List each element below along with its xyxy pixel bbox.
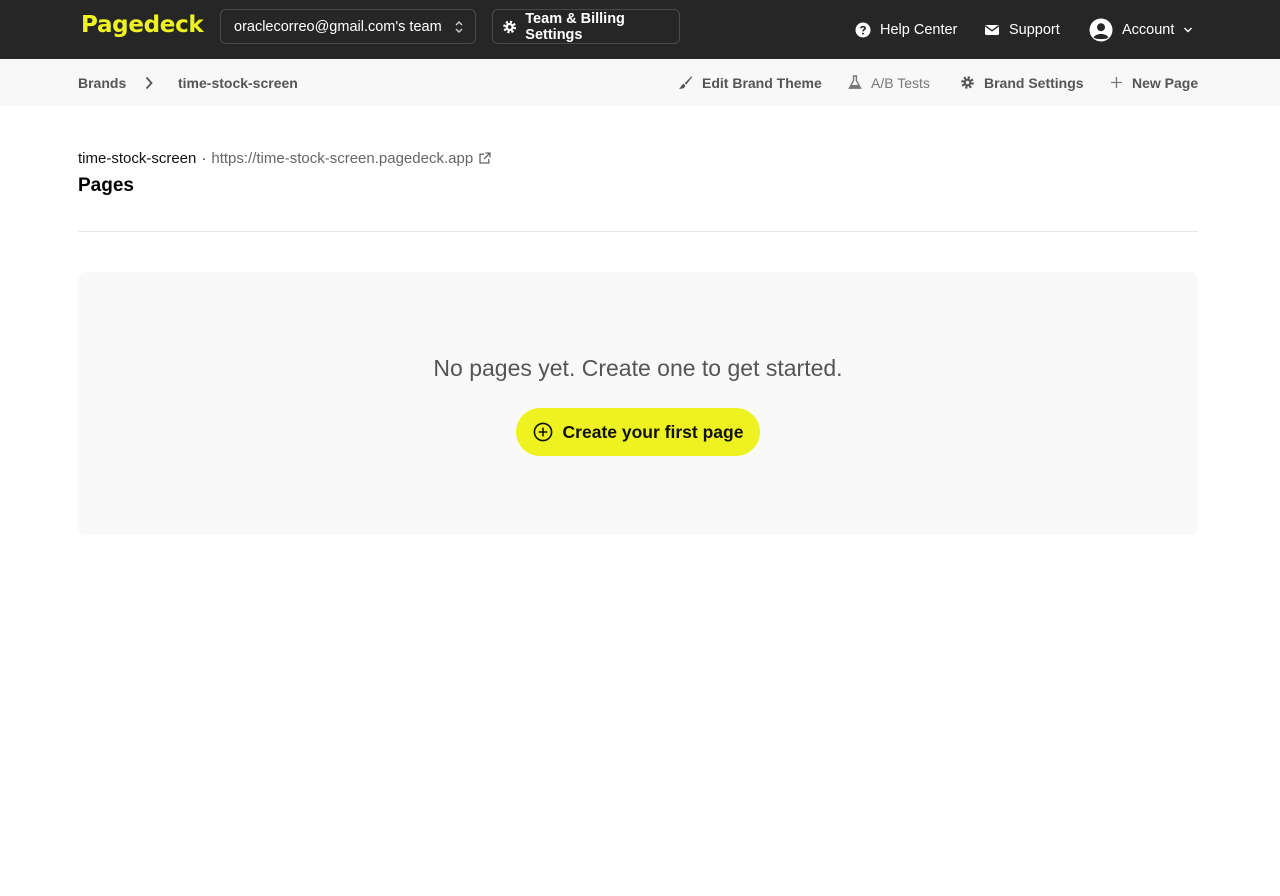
empty-state-message: No pages yet. Create one to get started.	[433, 355, 843, 381]
gear-icon	[961, 76, 974, 89]
breadcrumb-current: time-stock-screen	[178, 74, 298, 91]
chevron-right-icon	[144, 59, 154, 106]
top-navigation-bar: Pagedeck oraclecorreo@gmail.com's team T…	[0, 0, 1280, 59]
site-url-link[interactable]: https://time-stock-screen.pagedeck.app	[211, 150, 473, 167]
breadcrumb-brands[interactable]: Brands	[78, 59, 126, 106]
support-link[interactable]: Support	[984, 0, 1060, 59]
brand-settings-button[interactable]: Brand Settings	[960, 59, 1084, 106]
user-circle-icon	[1089, 18, 1113, 41]
separator-dot: ·	[201, 150, 207, 167]
create-first-page-button[interactable]: Create your first page	[516, 408, 760, 456]
page-title: Pages	[78, 175, 134, 196]
new-page-button[interactable]: New Page	[1110, 59, 1198, 106]
envelope-icon	[985, 24, 999, 35]
create-button-label: Create your first page	[562, 421, 744, 442]
ab-tests-label: A/B Tests	[871, 74, 930, 91]
team-selector-label: oraclecorreo@gmail.com's team	[234, 18, 442, 35]
plus-circle-icon	[533, 422, 552, 442]
edit-brand-theme-button[interactable]: Edit Brand Theme	[678, 59, 822, 106]
edit-theme-label: Edit Brand Theme	[702, 74, 822, 91]
plus-icon	[1111, 77, 1122, 88]
billing-button-label: Team & Billing Settings	[525, 10, 625, 43]
team-billing-settings-button[interactable]: Team & Billing Settings	[492, 9, 680, 44]
flask-icon	[848, 75, 862, 89]
site-name: time-stock-screen	[78, 150, 197, 167]
ab-tests-button[interactable]: A/B Tests	[848, 59, 930, 106]
new-page-label: New Page	[1132, 74, 1199, 91]
brand-toolbar: Brands time-stock-screen Edit Brand Them…	[0, 59, 1280, 106]
account-label: Account	[1122, 21, 1175, 38]
paintbrush-icon	[679, 76, 693, 89]
support-label: Support	[1009, 21, 1060, 38]
question-circle-icon	[855, 22, 871, 37]
help-center-label: Help Center	[880, 21, 958, 38]
site-info: time-stock-screen · https://time-stock-s…	[78, 150, 491, 167]
chevron-up-down-icon	[455, 21, 463, 33]
help-center-link[interactable]: Help Center	[855, 0, 957, 59]
chevron-down-icon	[1184, 27, 1193, 32]
gear-icon	[503, 20, 517, 33]
external-link-icon[interactable]	[478, 152, 491, 165]
team-selector[interactable]: oraclecorreo@gmail.com's team	[220, 9, 476, 44]
brand-settings-label: Brand Settings	[984, 74, 1084, 91]
pagedeck-logo[interactable]: Pagedeck	[81, 12, 204, 38]
empty-state-panel: No pages yet. Create one to get started.…	[78, 272, 1198, 535]
divider	[78, 231, 1198, 232]
account-menu[interactable]: Account	[1089, 0, 1193, 59]
